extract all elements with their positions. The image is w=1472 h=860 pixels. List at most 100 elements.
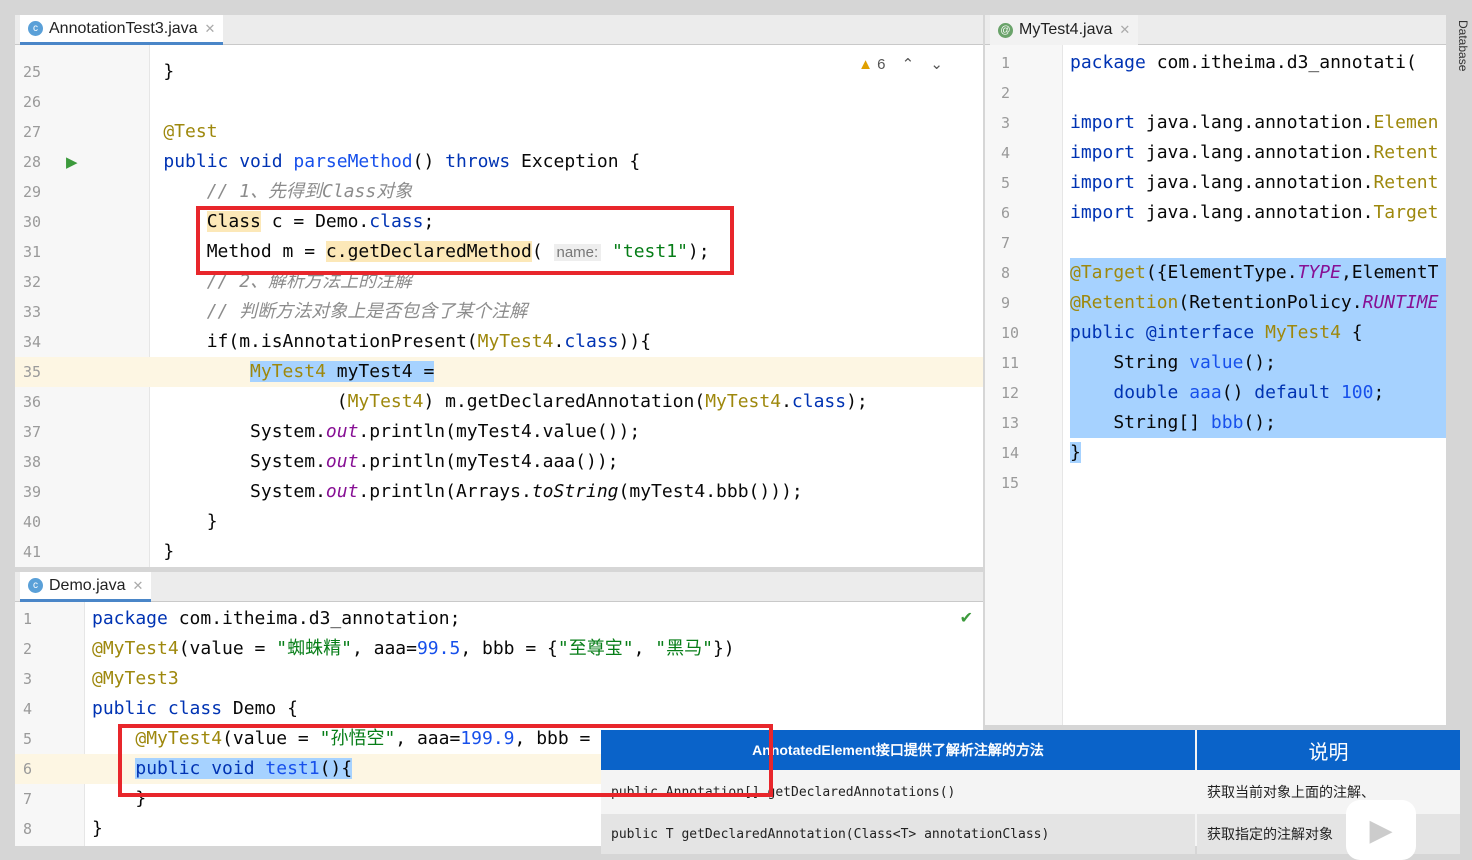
close-icon[interactable]: ✕ <box>1119 22 1130 38</box>
code-token: Method m = <box>120 241 326 262</box>
line-number: 2 <box>1001 84 1011 102</box>
line-number: 35 <box>23 363 42 381</box>
close-icon[interactable]: ✕ <box>132 578 143 594</box>
warning-count: 6 <box>877 56 886 73</box>
line-number: 5 <box>1001 174 1011 192</box>
code-line[interactable]: Method m = c.getDeclaredMethod( name: "t… <box>120 237 710 267</box>
code-token: "test1" <box>612 241 688 262</box>
editor-annotationtest3[interactable]: c AnnotationTest3.java ✕ ▲ 6 ⌃ ⌄ ▶ ● 25 … <box>15 15 983 567</box>
code-line[interactable]: } <box>92 784 146 814</box>
code-line[interactable]: Class c = Demo.class; <box>120 207 434 237</box>
line-number: 7 <box>1001 234 1011 252</box>
code-line[interactable]: String value(); <box>1070 348 1276 378</box>
line-number: 8 <box>23 820 33 838</box>
tab-annotationtest3[interactable]: c AnnotationTest3.java ✕ <box>20 15 224 45</box>
code-token: @interface <box>1145 322 1266 343</box>
code-token: default <box>1254 382 1341 403</box>
table-cell: public T getDeclaredAnnotation(Class<T> … <box>601 814 1195 854</box>
warning-icon: ▲ <box>858 56 873 73</box>
tab-label: MyTest4.java <box>1019 21 1113 38</box>
code-token: ); <box>687 241 710 262</box>
code-token: value <box>1189 352 1244 373</box>
editor-mytest4[interactable]: @ MyTest4.java ✕ 1 package com.itheima.d3… <box>985 15 1446 725</box>
code-token: System. <box>120 481 326 502</box>
code-token: MyTest4 <box>347 391 424 412</box>
code-line[interactable]: if(m.isAnnotationPresent(MyTest4.class))… <box>120 327 651 357</box>
code-line[interactable]: // 2、解析方法上的注解 <box>120 267 412 297</box>
code-line[interactable]: } <box>92 814 103 844</box>
code-line[interactable]: // 1、先得到Class对象 <box>120 177 413 207</box>
code-line[interactable]: @Retention(RetentionPolicy.RUNTIME <box>1070 288 1439 318</box>
tab-mytest4[interactable]: @ MyTest4.java ✕ <box>990 15 1139 45</box>
code-line[interactable]: @Target({ElementType.TYPE,ElementT <box>1070 258 1439 288</box>
code-line[interactable]: package com.itheima.d3_annotati( <box>1070 48 1417 78</box>
code-token: "至尊宝" <box>557 638 634 659</box>
code-token: () <box>1221 382 1255 403</box>
code-line[interactable]: } <box>120 507 218 537</box>
line-number: 30 <box>23 213 42 231</box>
code-line[interactable]: package com.itheima.d3_annotation; <box>92 604 460 634</box>
code-line[interactable]: } <box>120 537 174 567</box>
code-token: // 2、解析方法上的注解 <box>120 271 413 292</box>
code-line[interactable]: System.out.println(myTest4.aaa()); <box>120 447 619 477</box>
close-icon[interactable]: ✕ <box>205 21 216 37</box>
line-number: 3 <box>1001 114 1011 132</box>
code-line[interactable]: double aaa() default 100; <box>1070 378 1385 408</box>
code-token: class <box>564 331 619 352</box>
line-number: 6 <box>1001 204 1011 222</box>
code-token: .println(Arrays. <box>358 481 532 502</box>
code-line[interactable]: System.out.println(myTest4.value()); <box>120 417 640 447</box>
code-line[interactable]: (MyTest4) m.getDeclaredAnnotation(MyTest… <box>120 387 868 417</box>
code-token: out <box>325 421 359 442</box>
code-line[interactable]: @Test <box>120 117 217 147</box>
line-number: 34 <box>23 333 42 351</box>
line-number: 37 <box>23 423 42 441</box>
code-line[interactable]: // 判断方法对象上是否包含了某个注解 <box>120 297 528 327</box>
chevron-up-icon[interactable]: ⌃ <box>902 56 915 73</box>
gutter <box>15 602 85 846</box>
code-line[interactable]: import java.lang.annotation.Retent <box>1070 138 1438 168</box>
code-token: (value = <box>222 728 320 749</box>
tab-bar: c AnnotationTest3.java ✕ <box>15 15 983 45</box>
tab-label: Demo.java <box>49 576 126 594</box>
warning-indicator[interactable]: ▲ 6 ⌃ ⌄ <box>858 55 943 73</box>
code-line[interactable]: String[] bbb(); <box>1070 408 1276 438</box>
code-line[interactable]: public class Demo { <box>92 694 298 724</box>
code-line[interactable]: @MyTest4(value = "蜘蛛精", aaa=99.5, bbb = … <box>92 634 735 664</box>
code-line[interactable]: import java.lang.annotation.Elemen <box>1070 108 1438 138</box>
code-token: public class <box>92 698 233 719</box>
code-line[interactable]: @MyTest4(value = "孙悟空", aaa=199.9, bbb = <box>92 724 590 754</box>
code-line[interactable]: import java.lang.annotation.Retent <box>1070 168 1438 198</box>
play-icon[interactable]: ▶ <box>1346 800 1416 860</box>
code-token: .println(myTest4.aaa()); <box>358 451 619 472</box>
line-number: 33 <box>23 303 42 321</box>
code-token: RUNTIME <box>1362 292 1439 313</box>
table-header-description: 说明 <box>1197 730 1460 770</box>
code-token: Exception { <box>521 151 641 172</box>
code-line[interactable]: import java.lang.annotation.Target <box>1070 198 1438 228</box>
code-token: Target <box>1373 202 1439 223</box>
code-token: throws <box>445 151 521 172</box>
code-token: out <box>325 451 359 472</box>
line-number: 6 <box>23 760 33 778</box>
code-token: package <box>1070 52 1157 73</box>
code-line[interactable]: public void parseMethod() throws Excepti… <box>120 147 640 177</box>
code-token: "孙悟空" <box>319 728 396 749</box>
tab-demo[interactable]: c Demo.java ✕ <box>20 572 152 602</box>
chevron-down-icon[interactable]: ⌄ <box>930 56 943 73</box>
code-line[interactable]: } <box>120 57 174 87</box>
run-icon[interactable]: ▶ <box>66 153 78 171</box>
code-line[interactable]: @MyTest3 <box>92 664 179 694</box>
code-line[interactable]: } <box>1070 438 1081 468</box>
line-number: 11 <box>1001 354 1020 372</box>
line-number: 9 <box>1001 294 1011 312</box>
code-line[interactable]: System.out.println(Arrays.toString(myTes… <box>120 477 803 507</box>
code-line[interactable]: public @interface MyTest4 { <box>1070 318 1363 348</box>
line-number: 15 <box>1001 474 1020 492</box>
code-line[interactable]: MyTest4 myTest4 = <box>120 357 435 387</box>
code-line[interactable]: public void test1(){ <box>92 754 353 784</box>
code-token: test1 <box>265 758 320 779</box>
database-side-panel[interactable]: Database <box>1448 20 1470 120</box>
